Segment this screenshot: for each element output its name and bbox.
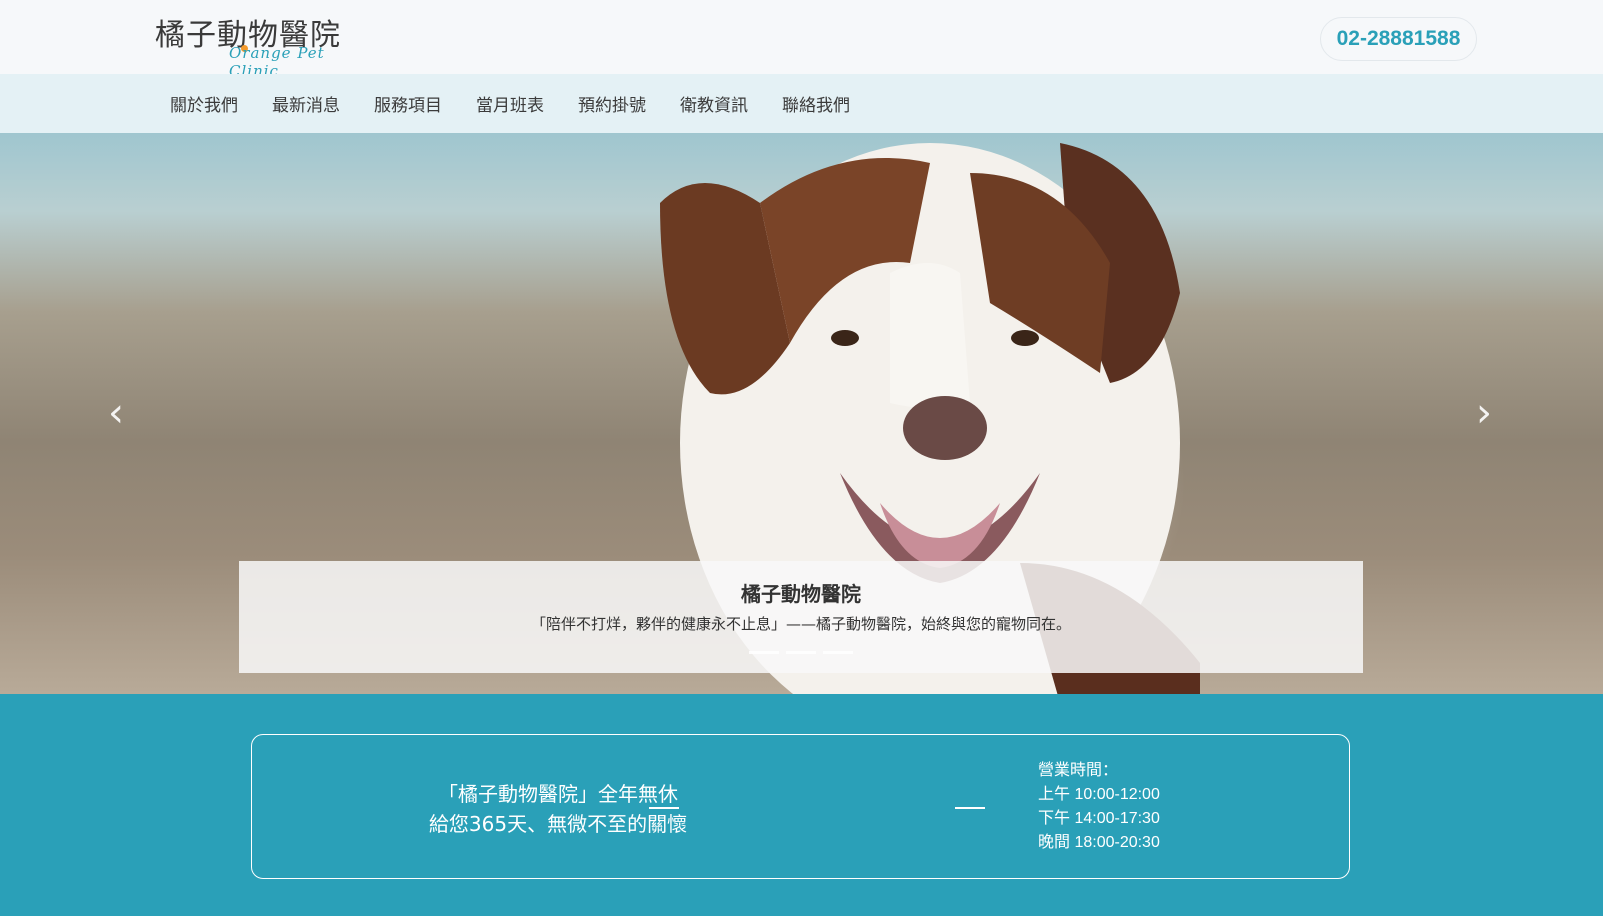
info-section: 「橘子動物醫院」全年無休 給您365天、無微不至的關懷 營業時間： 上午 10:… <box>0 694 1603 916</box>
hours-evening: 晚間 18:00-20:30 <box>1038 834 1160 851</box>
carousel-prev-icon[interactable]: ‹ <box>104 393 128 433</box>
caption-text: 「陪伴不打烊，夥伴的健康永不止息」——橘子動物醫院，始終與您的寵物同在。 <box>530 615 1071 633</box>
carousel-indicator-1[interactable] <box>749 651 779 654</box>
nav-item-schedule[interactable]: 當月班表 <box>459 91 561 116</box>
nav-item-health-info[interactable]: 衛教資訊 <box>663 91 765 116</box>
header: 橘子動物醫院 Orange Pet Clinic 02-28881588 <box>0 0 1603 80</box>
opening-hours: 營業時間： 上午 10:00-12:00 下午 14:00-17:30 晚間 1… <box>1038 759 1160 855</box>
info-box: 「橘子動物醫院」全年無休 給您365天、無微不至的關懷 營業時間： 上午 10:… <box>251 734 1350 879</box>
carousel-caption: 橘子動物醫院 「陪伴不打烊，夥伴的健康永不止息」——橘子動物醫院，始終與您的寵物… <box>239 561 1363 673</box>
slogan-divider-right <box>955 807 985 809</box>
phone-number-button[interactable]: 02-28881588 <box>1320 17 1477 61</box>
hero-carousel: ‹ › 橘子動物醫院 「陪伴不打烊，夥伴的健康永不止息」——橘子動物醫院，始終與… <box>0 133 1603 694</box>
hours-title: 營業時間： <box>1038 762 1119 779</box>
carousel-next-icon[interactable]: › <box>1472 393 1496 433</box>
slogan: 「橘子動物醫院」全年無休 給您365天、無微不至的關懷 <box>394 779 722 839</box>
carousel-indicator-2[interactable] <box>786 651 816 654</box>
clinic-logo[interactable]: 橘子動物醫院 Orange Pet Clinic <box>155 8 355 80</box>
slogan-line-2: 給您365天、無微不至的關懷 <box>428 812 688 836</box>
main-navigation: 關於我們 最新消息 服務項目 當月班表 預約掛號 衛教資訊 聯絡我們 <box>0 74 1603 133</box>
slogan-line-1: 「橘子動物醫院」全年無休 <box>438 782 678 806</box>
caption-title: 橘子動物醫院 <box>741 582 861 606</box>
carousel-indicators <box>749 651 853 655</box>
hours-morning: 上午 10:00-12:00 <box>1038 786 1160 803</box>
nav-item-contact[interactable]: 聯絡我們 <box>765 91 867 116</box>
nav-item-booking[interactable]: 預約掛號 <box>561 91 663 116</box>
nav-item-news[interactable]: 最新消息 <box>255 91 357 116</box>
hours-afternoon: 下午 14:00-17:30 <box>1038 810 1160 827</box>
carousel-indicator-3[interactable] <box>823 651 853 654</box>
nav-item-services[interactable]: 服務項目 <box>357 91 459 116</box>
nav-item-about[interactable]: 關於我們 <box>153 91 255 116</box>
